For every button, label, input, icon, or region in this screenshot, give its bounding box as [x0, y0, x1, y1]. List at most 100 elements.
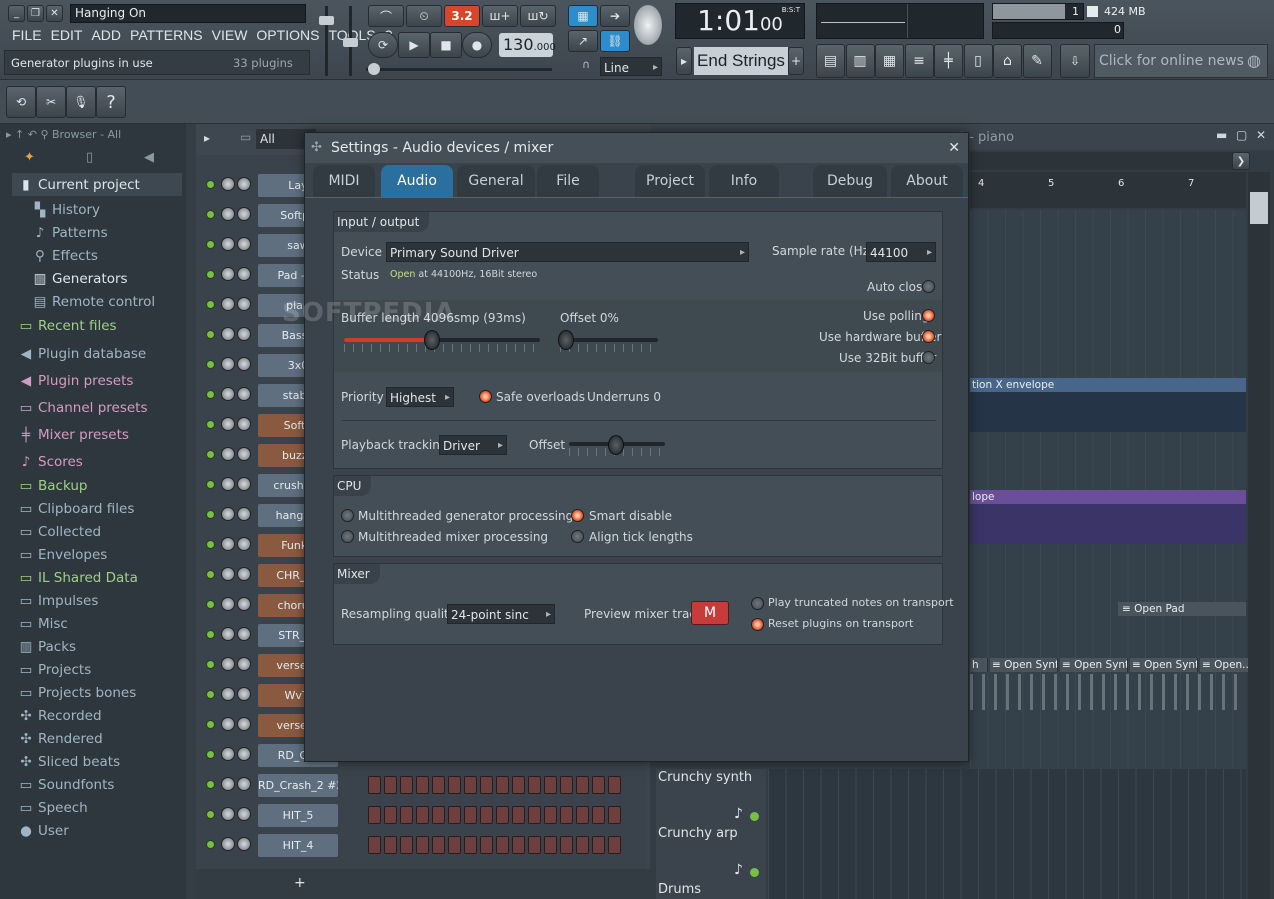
channel-volume-knob[interactable] — [221, 327, 235, 341]
channel-pan-knob[interactable] — [237, 507, 251, 521]
step-button[interactable] — [480, 806, 493, 824]
channel-mute-led[interactable] — [206, 600, 215, 609]
step-button[interactable] — [464, 836, 477, 854]
channel-volume-knob[interactable] — [221, 747, 235, 761]
channel-pan-knob[interactable] — [237, 567, 251, 581]
mt-generator-radio[interactable] — [341, 509, 354, 522]
step-button[interactable] — [512, 806, 525, 824]
channel-pan-knob[interactable] — [237, 477, 251, 491]
browser-item[interactable]: ▭ Soundfonts — [18, 774, 115, 797]
playlist-icon[interactable]: ▤ — [816, 44, 845, 78]
channel-pan-knob[interactable] — [237, 387, 251, 401]
pattern-selector[interactable]: End Strings — [694, 47, 788, 75]
menu-patterns[interactable]: PATTERNS — [130, 27, 203, 43]
step-button[interactable] — [528, 806, 541, 824]
step-button[interactable] — [544, 806, 557, 824]
channel-mute-led[interactable] — [206, 330, 215, 339]
step-button[interactable] — [560, 776, 573, 794]
channel-mute-led[interactable] — [206, 240, 215, 249]
resampling-select[interactable]: 24-point sinc — [447, 604, 555, 625]
step-button[interactable] — [496, 836, 509, 854]
channel-pan-knob[interactable] — [237, 327, 251, 341]
microphone-icon[interactable]: 🎙 — [66, 86, 96, 118]
channel-mute-led[interactable] — [206, 750, 215, 759]
channel-volume-knob[interactable] — [221, 207, 235, 221]
channel-mute-led[interactable] — [206, 270, 215, 279]
channel-name-button[interactable]: HIT_5 — [258, 804, 338, 827]
step-button[interactable] — [384, 806, 397, 824]
step-button[interactable] — [608, 806, 621, 824]
channel-pan-knob[interactable] — [237, 207, 251, 221]
playlist-close-icon[interactable]: ✕ — [1256, 128, 1266, 142]
channel-pan-knob[interactable] — [237, 717, 251, 731]
channel-pan-knob[interactable] — [237, 417, 251, 431]
browser-item[interactable]: ▭ Impulses — [18, 590, 99, 613]
browser-item[interactable]: ▮ Current project — [18, 174, 140, 197]
song-position-slider[interactable] — [366, 63, 552, 75]
channel-pan-knob[interactable] — [237, 267, 251, 281]
channel-name-button[interactable]: RD_Crash_2 #2 — [258, 774, 338, 797]
step-edit-icon[interactable]: ➔ — [600, 5, 630, 27]
step-button[interactable] — [576, 776, 589, 794]
use-32bit-radio[interactable] — [922, 351, 935, 364]
pattern-prev-icon[interactable]: ▸ — [676, 47, 692, 75]
step-button[interactable] — [400, 836, 413, 854]
channel-mute-led[interactable] — [206, 480, 215, 489]
channel-pan-knob[interactable] — [237, 537, 251, 551]
step-button[interactable] — [368, 806, 381, 824]
channel-pan-knob[interactable] — [237, 597, 251, 611]
tracking-offset-knob[interactable] — [608, 435, 624, 455]
add-pattern-icon[interactable]: + — [788, 47, 804, 75]
playlist-vscroll[interactable] — [1248, 172, 1270, 899]
step-button[interactable] — [512, 836, 525, 854]
tab-file[interactable]: File — [537, 165, 599, 197]
add-channel-icon[interactable]: + — [294, 875, 306, 891]
playlist-scroll[interactable] — [970, 152, 1234, 170]
browser-item[interactable]: ▤ Remote control — [32, 291, 156, 314]
menu-view[interactable]: VIEW — [212, 27, 248, 43]
tab-midi[interactable]: MIDI — [313, 165, 375, 197]
step-button[interactable] — [496, 806, 509, 824]
step-button[interactable] — [608, 836, 621, 854]
channel-mute-led[interactable] — [206, 570, 215, 579]
channel-pan-knob[interactable] — [237, 807, 251, 821]
rack-menu-icon[interactable]: ▸ — [204, 131, 210, 145]
oscilloscope-display[interactable] — [816, 3, 984, 39]
play-button[interactable]: ▶ — [398, 32, 430, 58]
step-button[interactable] — [416, 776, 429, 794]
step-button[interactable] — [608, 776, 621, 794]
step-button[interactable] — [496, 776, 509, 794]
channel-volume-knob[interactable] — [221, 387, 235, 401]
plugin-picker-icon[interactable]: ⌂ — [993, 44, 1022, 78]
channel-mute-led[interactable] — [206, 780, 215, 789]
channel-volume-knob[interactable] — [221, 237, 235, 251]
reset-plugins-radio[interactable] — [751, 618, 764, 631]
step-button[interactable] — [592, 806, 605, 824]
browser-item[interactable]: ▭ IL Shared Data — [18, 567, 138, 590]
countdown-icon[interactable]: 3.2 — [444, 5, 480, 27]
channel-pan-knob[interactable] — [237, 657, 251, 671]
channel-pan-knob[interactable] — [237, 447, 251, 461]
step-button[interactable] — [560, 836, 573, 854]
channel-mute-led[interactable] — [206, 840, 215, 849]
browser-item[interactable]: ▭ Misc — [18, 613, 68, 636]
blend-notes-icon[interactable]: ш+ — [482, 5, 518, 27]
minimize-icon[interactable]: _ — [8, 5, 25, 22]
channel-mute-led[interactable] — [206, 420, 215, 429]
playlist-lower-grid[interactable] — [768, 769, 1246, 899]
channel-mute-led[interactable] — [206, 450, 215, 459]
time-display[interactable]: 1:0100 B:S:T — [675, 3, 805, 39]
browser-item[interactable]: ▥ Generators — [32, 268, 128, 291]
channel-mute-led[interactable] — [206, 690, 215, 699]
wait-input-icon[interactable]: ⏲ — [406, 5, 442, 27]
playlist-minimize-icon[interactable]: ▬ — [1216, 128, 1227, 142]
browser-item[interactable]: ▭ Projects — [18, 659, 92, 682]
channel-mute-led[interactable] — [206, 630, 215, 639]
channel-mute-led[interactable] — [206, 390, 215, 399]
track-mute-led[interactable] — [750, 868, 759, 877]
master-volume-slider[interactable] — [316, 6, 336, 76]
browser-item[interactable]: ● User — [18, 820, 69, 843]
buffer-length-slider[interactable] — [344, 338, 540, 342]
step-button[interactable] — [576, 836, 589, 854]
envelope-clip-2[interactable]: lope — [970, 490, 1246, 504]
